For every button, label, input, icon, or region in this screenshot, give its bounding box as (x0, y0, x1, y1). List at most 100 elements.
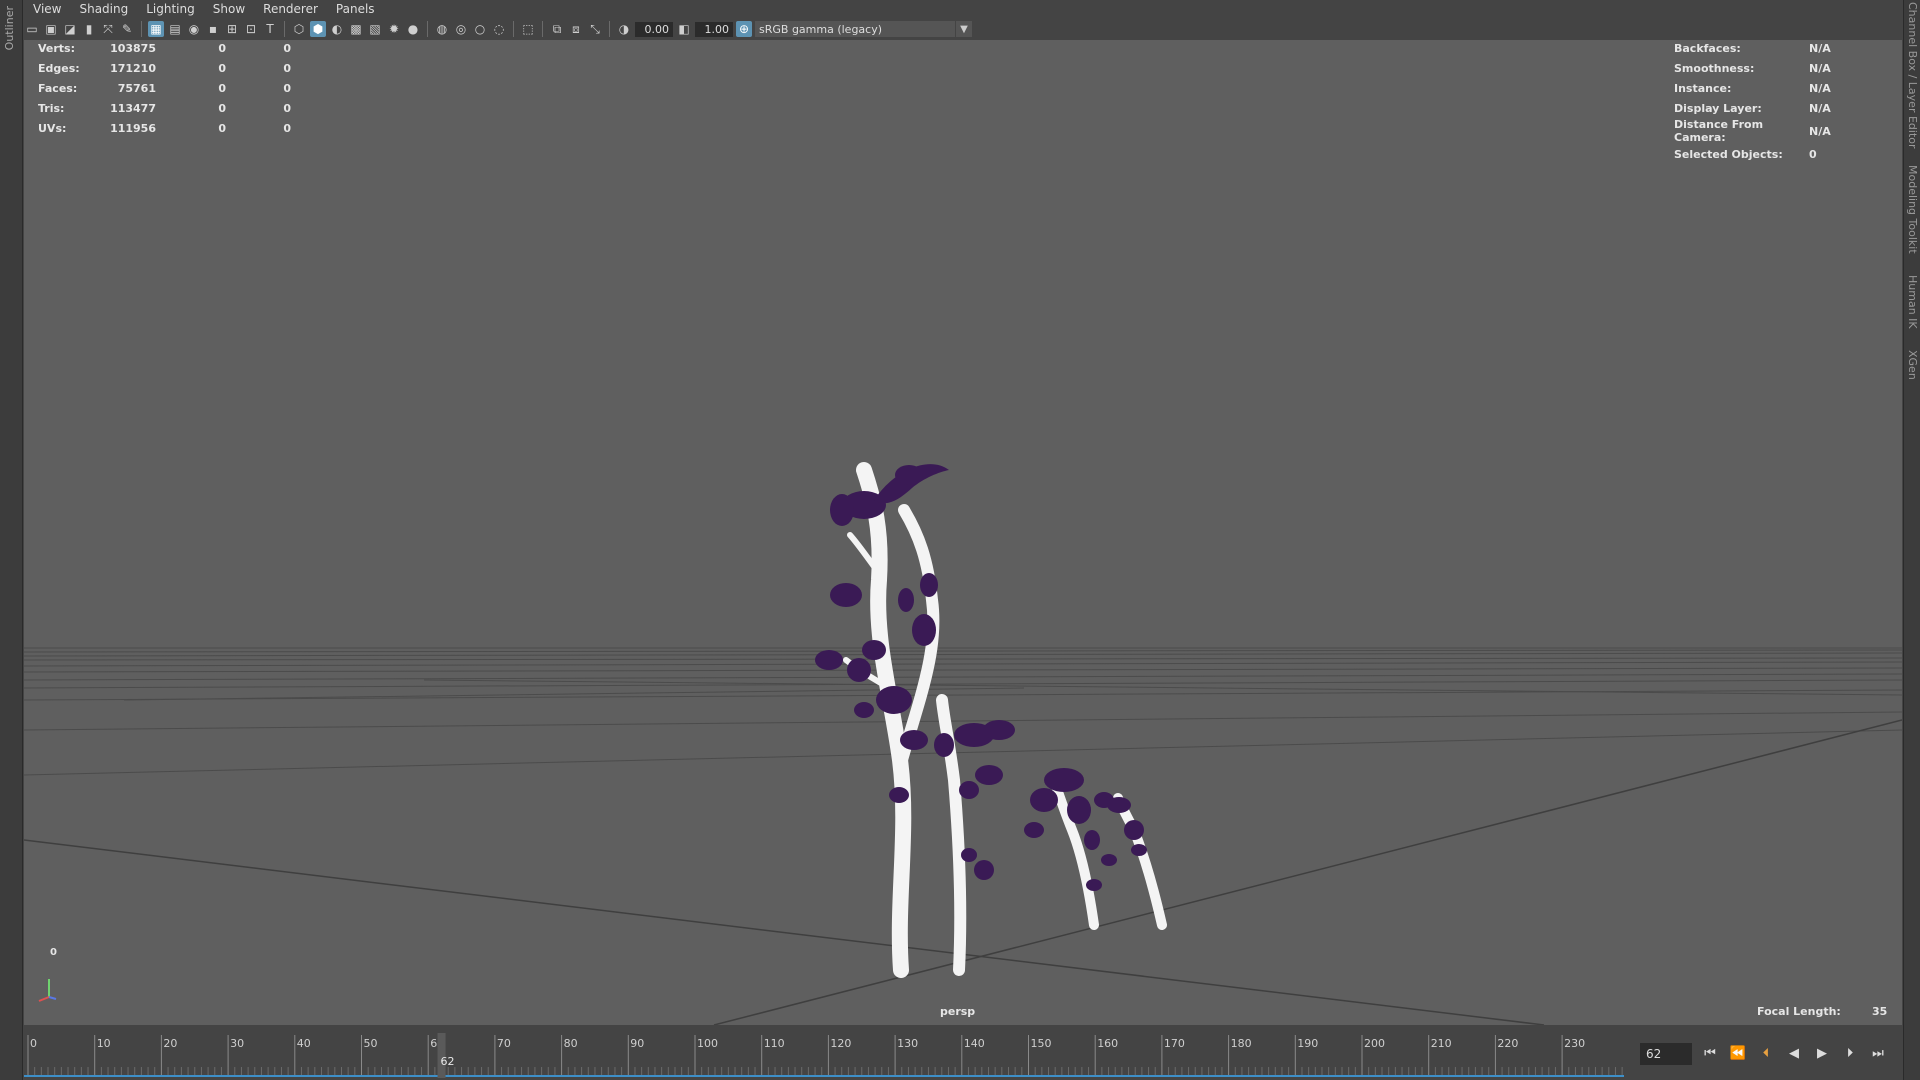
xgen-tab[interactable]: XGen (1906, 350, 1919, 380)
image-plane-icon[interactable]: ▮ (81, 21, 97, 37)
step-back-key-icon[interactable]: ⏪ (1728, 1041, 1748, 1065)
timeline-tick-label: 0 (30, 1037, 37, 1050)
color-management-icon[interactable]: ⊕ (736, 21, 752, 37)
right-tab-strip: Channel Box / Layer Editor Modeling Tool… (1903, 0, 1920, 1080)
default-material-icon[interactable]: ◐ (329, 21, 345, 37)
backface-culling-icon[interactable]: ⤡ (587, 21, 603, 37)
chevron-down-icon[interactable]: ▼ (956, 21, 972, 37)
play-backward-icon[interactable]: ◀ (1784, 1041, 1804, 1065)
channel-box-tab[interactable]: Channel Box / Layer Editor (1906, 2, 1919, 149)
camera-attributes-icon[interactable]: ▣ (43, 21, 59, 37)
timeline-tick-label: 30 (230, 1037, 244, 1050)
hud-info-value: N/A (1809, 101, 1831, 115)
textured-icon[interactable]: ▩ (348, 21, 364, 37)
timeline-tick-label: 20 (163, 1037, 177, 1050)
gate-mask-icon[interactable]: ▪ (205, 21, 221, 37)
plant-model[interactable] (815, 462, 1167, 978)
timeline-tick-label: 170 (1164, 1037, 1185, 1050)
ground-grid (24, 647, 1902, 776)
exposure-icon[interactable]: ◑ (616, 21, 632, 37)
current-frame-label: 62 (441, 1055, 455, 1068)
safe-action-icon[interactable]: ⊡ (243, 21, 259, 37)
xray-icon[interactable]: ▧ (367, 21, 383, 37)
gamma-field[interactable]: 1.00 (695, 21, 733, 37)
hud-stat-label: Faces: (38, 81, 78, 95)
play-forward-icon[interactable]: ▶ (1812, 1041, 1832, 1065)
viewport-scene (24, 462, 1902, 1025)
timeline-tick-label: 70 (497, 1037, 511, 1050)
depth-of-field-icon[interactable]: ◌ (491, 21, 507, 37)
go-to-end-icon[interactable]: ⏭ (1868, 1041, 1888, 1065)
grease-pencil-icon[interactable]: ✎ (119, 21, 135, 37)
exposure-field[interactable]: 0.00 (635, 21, 673, 37)
grid-icon[interactable]: ▦ (148, 21, 164, 37)
hud-stat-row: Edges: 171210 0 0 (38, 58, 291, 78)
timeline-tick-label: 210 (1431, 1037, 1452, 1050)
motion-blur-icon[interactable]: ◎ (453, 21, 469, 37)
modeling-toolkit-tab[interactable]: Modeling Toolkit (1906, 165, 1919, 254)
menu-view[interactable]: View (24, 2, 70, 16)
toolbar-divider (542, 21, 543, 37)
timeline-tick-label: 230 (1564, 1037, 1585, 1050)
hud-poly-count: Verts: 103875 0 0 Edges: 171210 0 0 Faces: 75761 0… (38, 40, 291, 138)
timeline-tick-label: 40 (297, 1037, 311, 1050)
panel-menu-bar: View Shading Lighting Show Renderer Pane… (24, 0, 1902, 18)
hud-info-label: Backfaces: (1674, 41, 1741, 55)
hud-stat-c3: 0 (283, 41, 291, 55)
timeline-tick-label: 140 (964, 1037, 985, 1050)
bookmark-icon[interactable]: ◪ (62, 21, 78, 37)
wireframe-icon[interactable]: ⬡ (291, 21, 307, 37)
outliner-tab[interactable]: Outliner (3, 6, 16, 50)
outliner-strip[interactable]: Outliner (0, 0, 23, 1080)
playback-controls: ⏮ ⏪ ⏴ ◀ ▶ ⏵ ⏭ (1700, 1041, 1888, 1065)
menu-panels[interactable]: Panels (327, 2, 384, 16)
film-gate-icon[interactable]: ▤ (167, 21, 183, 37)
xray-joints-icon[interactable]: ⧉ (549, 21, 565, 37)
current-frame-field[interactable]: 62 (1640, 1043, 1692, 1065)
timeline-ruler: 0 10 20 30 40 50 60 70 80 90 100 110 120 130 140 150 160… (24, 1033, 1624, 1078)
step-forward-frame-icon[interactable]: ⏵ (1840, 1041, 1860, 1065)
gamma-icon[interactable]: ◧ (676, 21, 692, 37)
menu-shading[interactable]: Shading (70, 2, 137, 16)
shadows-icon[interactable]: ● (405, 21, 421, 37)
hud-info-row: Instance: N/A (1674, 78, 1869, 98)
menu-show[interactable]: Show (204, 2, 254, 16)
hud-stat-label: UVs: (38, 121, 67, 135)
step-back-frame-icon[interactable]: ⏴ (1756, 1041, 1776, 1065)
lights-icon[interactable]: ✹ (386, 21, 402, 37)
hud-stat-value: 113477 (110, 101, 156, 115)
2d-pan-zoom-icon[interactable]: ⤧ (100, 21, 116, 37)
menu-lighting[interactable]: Lighting (137, 2, 204, 16)
hud-info-value: N/A (1809, 124, 1831, 138)
field-chart-icon[interactable]: ⊞ (224, 21, 240, 37)
timeline-tick-label: 10 (97, 1037, 111, 1050)
timeline-tick-label: 200 (1364, 1037, 1385, 1050)
smooth-shade-icon[interactable]: ⬢ (310, 21, 326, 37)
timeline-tick-label: 180 (1231, 1037, 1252, 1050)
hud-info-row: Display Layer: N/A (1674, 98, 1869, 118)
timeline-tick-label: 120 (830, 1037, 851, 1050)
human-ik-tab[interactable]: Human IK (1906, 275, 1919, 329)
toolbar-divider (284, 21, 285, 37)
isolate-select-icon[interactable]: ⬚ (520, 21, 536, 37)
timeline-tick-label: 80 (564, 1037, 578, 1050)
view-transform-dropdown[interactable]: sRGB gamma (legacy) (755, 21, 955, 37)
hud-stat-label: Edges: (38, 61, 80, 75)
time-slider[interactable]: 0 10 20 30 40 50 60 70 80 90 100 110 120 130 140 150 160… (24, 1033, 1624, 1078)
hud-stat-row: Verts: 103875 0 0 (38, 40, 291, 58)
timeline-tick-label: 110 (764, 1037, 785, 1050)
timeline-tick-label: 130 (897, 1037, 918, 1050)
select-camera-icon[interactable]: ▭ (24, 21, 40, 37)
resolution-gate-icon[interactable]: ◉ (186, 21, 202, 37)
xray-active-icon[interactable]: ⧈ (568, 21, 584, 37)
anti-aliasing-icon[interactable]: ○ (472, 21, 488, 37)
perspective-viewport[interactable]: Verts: 103875 0 0 Edges: 171210 0 0 Faces: 75761 0… (24, 40, 1902, 1025)
safe-title-icon[interactable]: T (262, 21, 278, 37)
timeline-tick-label: 150 (1031, 1037, 1052, 1050)
hud-stat-value: 171210 (110, 61, 156, 75)
toolbar-divider (141, 21, 142, 37)
go-to-start-icon[interactable]: ⏮ (1700, 1041, 1720, 1065)
hud-info-value: 0 (1809, 147, 1817, 161)
ambient-occlusion-icon[interactable]: ◍ (434, 21, 450, 37)
menu-renderer[interactable]: Renderer (254, 2, 327, 16)
